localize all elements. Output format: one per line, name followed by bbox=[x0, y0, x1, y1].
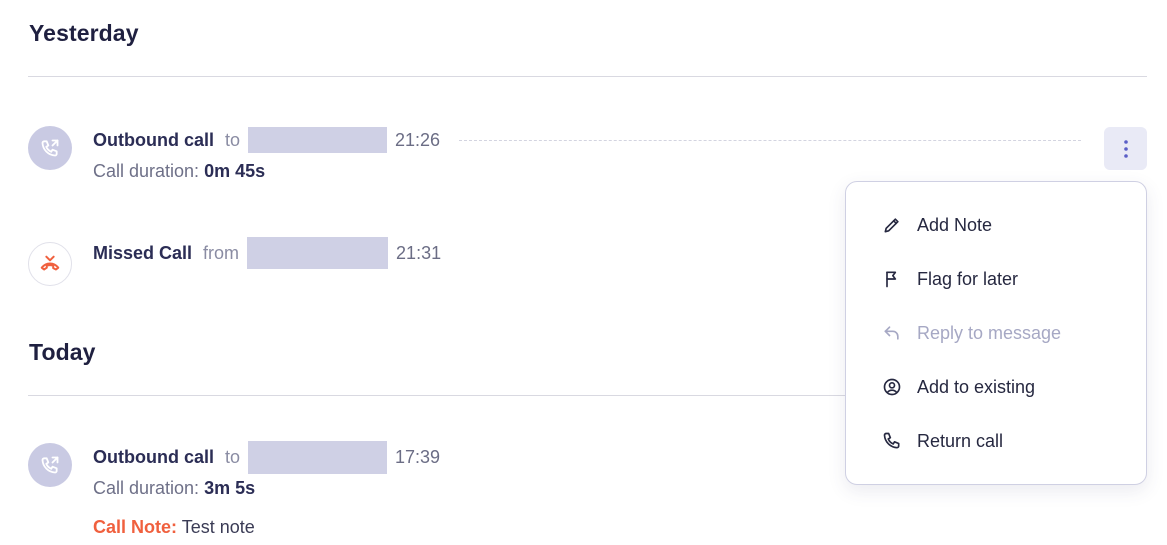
menu-item-label: Reply to message bbox=[917, 322, 1062, 343]
redacted-contact bbox=[248, 127, 388, 153]
call-type: Outbound call bbox=[93, 129, 214, 150]
call-actions-menu: Add Note Flag for later Reply to message… bbox=[845, 181, 1147, 485]
phone-outgoing-icon bbox=[41, 139, 59, 157]
call-duration-value: 3m 5s bbox=[204, 478, 256, 498]
call-direction: to bbox=[225, 446, 241, 467]
pencil-icon bbox=[881, 214, 903, 236]
section-title-yesterday: Yesterday bbox=[29, 20, 139, 46]
call-item[interactable]: Outbound call to 21:26 Call duration: 0m… bbox=[28, 126, 1148, 186]
menu-item-label: Add Note bbox=[917, 214, 993, 235]
call-direction: to bbox=[225, 129, 241, 150]
menu-item-label: Return call bbox=[917, 430, 1004, 451]
menu-item-label: Add to existing bbox=[917, 376, 1036, 397]
menu-item-add-note[interactable]: Add Note bbox=[846, 205, 1146, 245]
menu-item-add-to-existing[interactable]: Add to existing bbox=[846, 367, 1146, 407]
flag-icon bbox=[881, 268, 903, 290]
call-direction: from bbox=[203, 242, 240, 263]
menu-item-return-call[interactable]: Return call bbox=[846, 421, 1146, 461]
call-duration: Call duration: 0m 45s bbox=[93, 161, 265, 182]
redacted-contact bbox=[248, 440, 388, 474]
more-options-button[interactable] bbox=[1104, 127, 1147, 170]
call-note-text: Test note bbox=[181, 517, 255, 537]
call-note-label: Call Note: bbox=[93, 517, 178, 537]
menu-item-reply-to-message[interactable]: Reply to message bbox=[846, 313, 1146, 353]
dotted-leader bbox=[459, 140, 1081, 141]
call-duration-label: Call duration: bbox=[93, 478, 200, 498]
kebab-icon bbox=[1123, 139, 1128, 158]
call-avatar bbox=[28, 126, 72, 170]
call-time: 21:26 bbox=[395, 129, 441, 150]
menu-item-label: Flag for later bbox=[917, 268, 1019, 289]
call-type: Outbound call bbox=[93, 446, 214, 467]
call-time: 21:31 bbox=[396, 242, 442, 263]
call-avatar bbox=[28, 242, 72, 286]
call-time: 17:39 bbox=[395, 446, 441, 467]
call-avatar bbox=[28, 443, 72, 487]
call-type: Missed Call bbox=[93, 242, 193, 263]
section-title-today: Today bbox=[29, 339, 96, 365]
call-duration-label: Call duration: bbox=[93, 161, 200, 181]
section-divider bbox=[28, 76, 1147, 77]
call-duration: Call duration: 3m 5s bbox=[93, 478, 255, 499]
user-circle-icon bbox=[881, 376, 903, 398]
phone-outgoing-icon bbox=[41, 456, 59, 474]
phone-missed-icon bbox=[40, 255, 60, 271]
call-note: Call Note: Test note bbox=[93, 517, 255, 538]
redacted-contact bbox=[247, 237, 389, 269]
reply-icon bbox=[881, 322, 903, 344]
call-duration-value: 0m 45s bbox=[204, 161, 266, 181]
phone-icon bbox=[881, 430, 903, 452]
menu-item-flag-for-later[interactable]: Flag for later bbox=[846, 259, 1146, 299]
